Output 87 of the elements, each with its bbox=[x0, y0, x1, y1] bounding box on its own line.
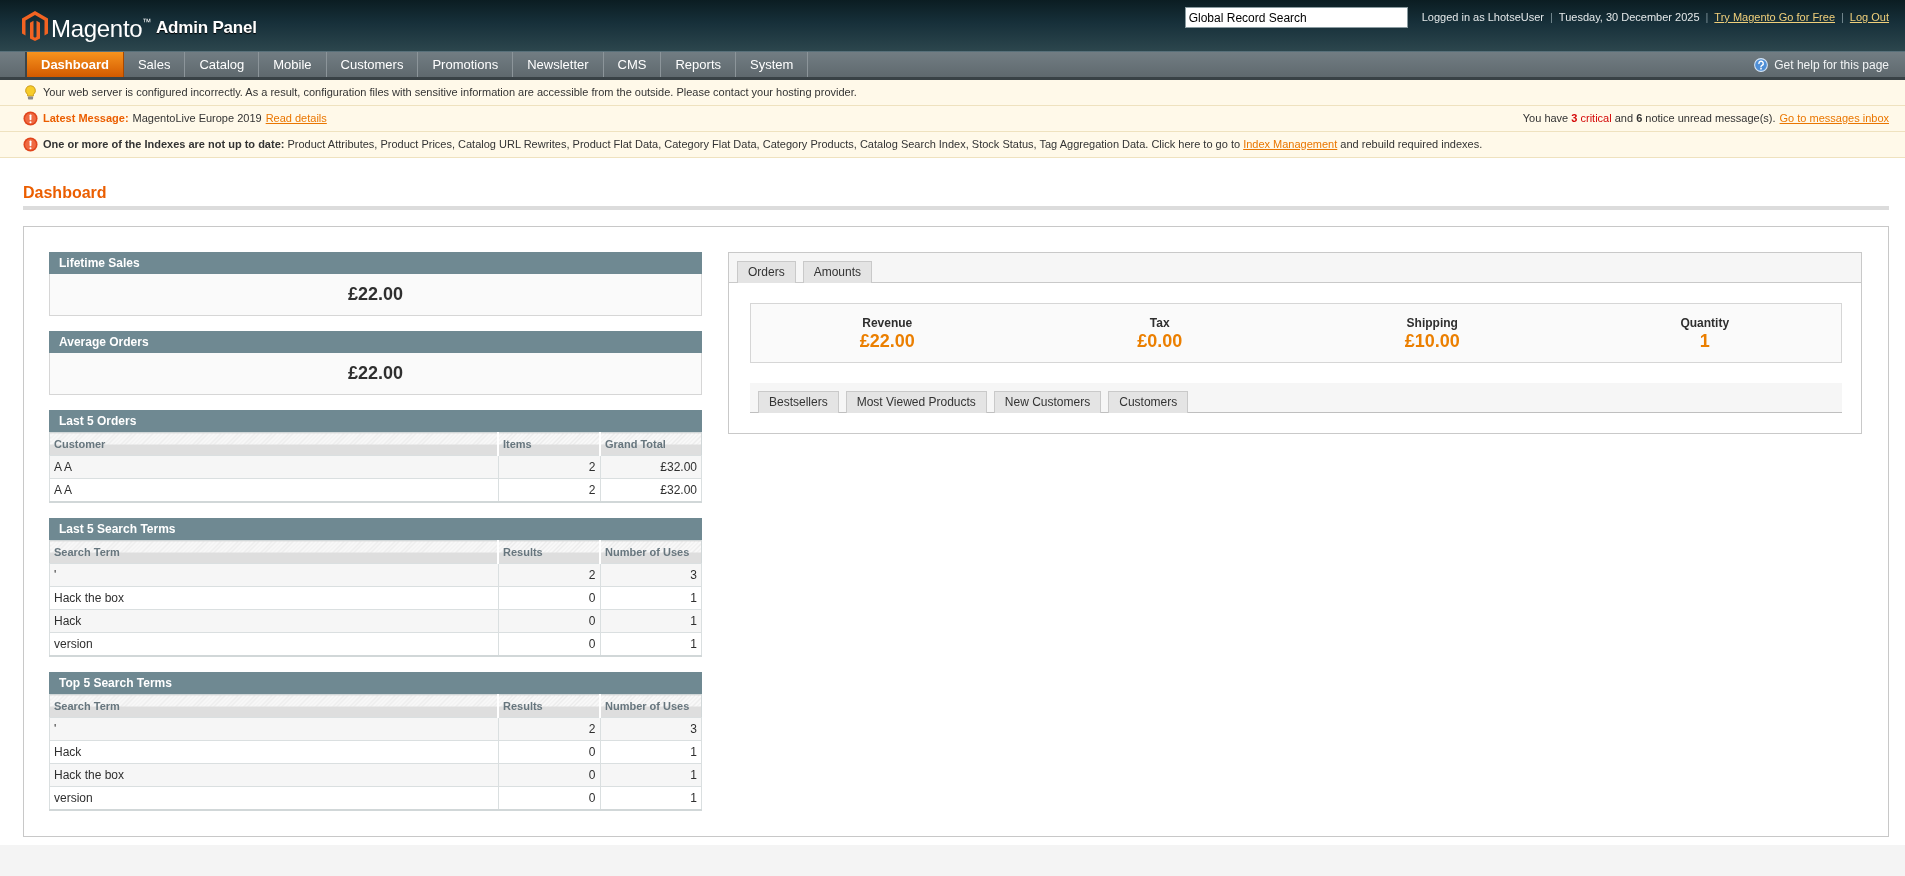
table-cell: 2 bbox=[498, 478, 600, 502]
column-header: Items bbox=[498, 432, 600, 456]
column-header: Customer bbox=[49, 432, 498, 456]
header-link[interactable]: Try Magento Go for Free bbox=[1714, 7, 1835, 28]
table-cell: ' bbox=[49, 563, 498, 587]
table-cell: ' bbox=[49, 717, 498, 741]
index-warning-message: One or more of the Indexes are not up to date: Product Attributes, Product Prices, Catalog URL Rewrites, Product Flat Data, Category Flat Data, Category Products, Catalog Search Index, Stock Status, Tag Aggregation Data. Click here to go to Index Management and rebuild required indexes. bbox=[43, 137, 1483, 152]
header-info-text: Logged in as LhotseUser bbox=[1421, 10, 1544, 25]
section-header: Last 5 Search Terms bbox=[49, 518, 702, 540]
total-value: £10.00 bbox=[1404, 330, 1460, 351]
global-search-field[interactable]: Global Record Search bbox=[1184, 7, 1408, 28]
tab[interactable]: New Customers bbox=[993, 391, 1102, 413]
table-cell: £32.00 bbox=[600, 478, 702, 502]
table-cell: Hack bbox=[49, 740, 498, 764]
help-icon bbox=[1754, 57, 1769, 72]
total-value: 1 bbox=[1699, 330, 1710, 351]
tab[interactable]: Bestsellers bbox=[758, 391, 839, 413]
message-label: Latest Message: bbox=[43, 111, 129, 126]
table-cell: 1 bbox=[600, 632, 702, 656]
column-header: Search Term bbox=[49, 540, 498, 564]
column-header: Search Term bbox=[49, 694, 498, 718]
alert-icon bbox=[23, 137, 38, 152]
stat-value: £22.00 bbox=[347, 284, 404, 305]
nav-tab[interactable]: Newsletter bbox=[513, 52, 604, 77]
lightbulb-icon bbox=[23, 85, 38, 100]
nav-tab[interactable]: Dashboard bbox=[27, 52, 124, 77]
message-text: MagentoLive Europe 2019 bbox=[132, 111, 262, 126]
nav-tab[interactable]: Mobile bbox=[259, 52, 327, 77]
stat-value: £22.00 bbox=[347, 363, 404, 384]
message-text: Your web server is configured incorrectly. As a result, configuration files with sensitive information are accessible from the outside. Please contact your hosting provider. bbox=[43, 85, 857, 100]
read-details-link[interactable]: Read details bbox=[265, 111, 327, 126]
total-label: Revenue bbox=[862, 315, 913, 331]
tab[interactable]: Customers bbox=[1108, 391, 1189, 413]
table-cell: 2 bbox=[498, 717, 600, 741]
table-cell: 3 bbox=[600, 717, 702, 741]
nav-tab[interactable]: System bbox=[736, 52, 809, 77]
logo-subtitle: Admin Panel bbox=[156, 17, 257, 38]
table-cell: A A bbox=[49, 455, 498, 479]
nav-tab[interactable]: Customers bbox=[326, 52, 419, 77]
column-header: Number of Uses bbox=[600, 694, 702, 718]
table-cell: £32.00 bbox=[600, 455, 702, 479]
total-label: Quantity bbox=[1680, 315, 1730, 331]
column-header: Number of Uses bbox=[600, 540, 702, 564]
tab[interactable]: Orders bbox=[737, 261, 796, 283]
table-cell: Hack the box bbox=[49, 586, 498, 610]
total-value: £22.00 bbox=[859, 330, 915, 351]
total-label: Shipping bbox=[1406, 315, 1458, 331]
alert-icon bbox=[23, 111, 38, 126]
table-cell: 2 bbox=[498, 563, 600, 587]
column-header: Results bbox=[498, 540, 600, 564]
table-cell: 1 bbox=[600, 786, 702, 810]
separator: | bbox=[1550, 10, 1553, 25]
separator: | bbox=[1705, 10, 1709, 25]
column-header: Results bbox=[498, 694, 600, 718]
separator: | bbox=[1841, 10, 1844, 25]
table-cell: 2 bbox=[498, 455, 600, 479]
section-header: Average Orders bbox=[49, 331, 702, 353]
tab[interactable]: Amounts bbox=[802, 261, 873, 283]
messages-inbox-link[interactable]: Go to messages inbox bbox=[1779, 111, 1889, 126]
logo-wordmark: Magento$^{™}$ bbox=[51, 14, 151, 43]
unread-messages-summary: You have 3 critical and 6 notice unread message(s). bbox=[1522, 111, 1776, 126]
table-cell: A A bbox=[49, 478, 498, 502]
nav-tab[interactable]: Sales bbox=[123, 52, 186, 77]
page-title: Dashboard bbox=[23, 183, 107, 202]
table-cell: 0 bbox=[498, 632, 600, 656]
table-cell: 3 bbox=[600, 563, 702, 587]
total-value: £0.00 bbox=[1137, 330, 1183, 351]
nav-tab[interactable]: CMS bbox=[603, 52, 662, 77]
column-header: Grand Total bbox=[600, 432, 702, 456]
help-link[interactable]: Get help for this page bbox=[1754, 52, 1889, 77]
table-cell: Hack bbox=[49, 609, 498, 633]
section-header: Last 5 Orders bbox=[49, 410, 702, 432]
header-link[interactable]: Log Out bbox=[1849, 7, 1889, 28]
total-label: Tax bbox=[1149, 315, 1170, 331]
nav-tab[interactable]: Reports bbox=[661, 52, 736, 77]
section-header: Lifetime Sales bbox=[49, 252, 702, 274]
table-cell: 0 bbox=[498, 786, 600, 810]
tab[interactable]: Most Viewed Products bbox=[845, 391, 987, 413]
nav-tab[interactable]: Catalog bbox=[185, 52, 260, 77]
nav-tab[interactable]: Promotions bbox=[418, 52, 514, 77]
logo-icon bbox=[22, 10, 48, 41]
table-cell: version bbox=[49, 632, 498, 656]
section-header: Top 5 Search Terms bbox=[49, 672, 702, 694]
header-info-text: Tuesday, 30 December 2025 bbox=[1558, 10, 1700, 25]
index-management-link[interactable]: Index Management bbox=[1243, 138, 1338, 150]
table-cell: version bbox=[49, 786, 498, 810]
table-cell: Hack the box bbox=[49, 763, 498, 787]
